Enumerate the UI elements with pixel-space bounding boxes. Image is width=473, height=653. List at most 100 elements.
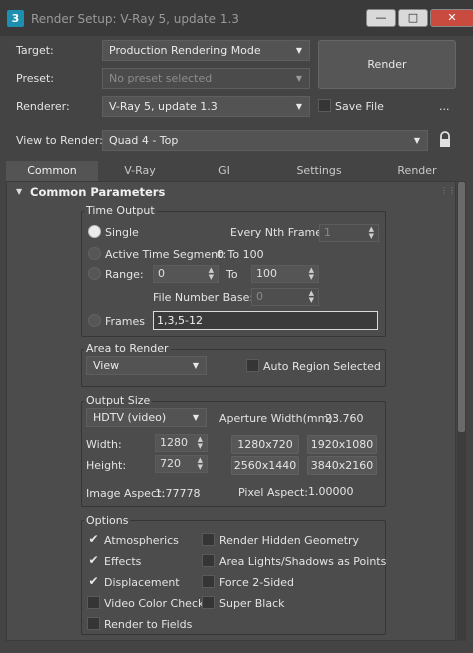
area-lights-label: Area Lights/Shadows as Points [219,555,387,568]
width-label: Width: [86,438,122,451]
width-value: 1280 [160,436,188,449]
save-file-checkbox[interactable] [318,99,331,112]
aperture-width-label: Aperture Width(mm): [219,412,337,425]
range-to-label: To [226,268,238,281]
collapse-icon[interactable]: ▼ [16,187,22,196]
render-button[interactable]: Render [318,40,456,89]
super-black-label: Super Black [219,597,285,610]
spinner-arrows-icon[interactable]: ▲ ▼ [309,290,314,304]
spinner-arrows-icon[interactable]: ▲ ▼ [369,226,374,240]
render-to-fields-label: Render to Fields [104,618,193,631]
minimize-button[interactable]: — [366,9,396,27]
chevron-down-icon: ▼ [295,46,302,55]
auto-region-checkbox[interactable] [246,359,259,372]
file-number-base-label: File Number Base: [153,291,254,304]
time-output-title: Time Output [84,204,157,217]
close-button[interactable]: ✕ [430,9,473,27]
app-icon: 3 [7,10,24,27]
maximize-button[interactable]: □ [398,9,428,27]
preset-1280x720-button[interactable]: 1280x720 [231,435,299,454]
chevron-down-icon: ▼ [295,102,302,111]
frames-label: Frames [105,315,146,328]
area-mode-value: View [93,359,120,372]
rollout-title[interactable]: Common Parameters [30,185,165,199]
active-segment-label: Active Time Segment: [105,248,227,261]
effects-checkbox[interactable]: ✔ [87,554,100,567]
range-from-spinner[interactable]: 0 ▲ ▼ [153,265,219,283]
area-to-render-title: Area to Render [84,342,171,355]
renderer-label: Renderer: [16,100,70,113]
chevron-down-icon: ▼ [413,136,420,145]
window-title: Render Setup: V-Ray 5, update 1.3 [31,12,239,26]
height-spinner[interactable]: 720 ▲ ▼ [155,455,208,473]
scrollbar-thumb[interactable] [458,182,465,432]
video-color-check-checkbox[interactable] [87,596,100,609]
output-preset-dropdown[interactable]: HDTV (video) ▼ [86,408,207,427]
atmospherics-checkbox[interactable]: ✔ [87,533,100,546]
range-to-spinner[interactable]: 100 ▲ ▼ [251,265,319,283]
file-number-base-value: 0 [256,290,263,303]
preset-dropdown[interactable]: No preset selected ▼ [102,68,310,89]
preset-2560x1440-button[interactable]: 2560x1440 [231,456,299,475]
range-radio[interactable] [88,267,101,280]
effects-label: Effects [104,555,142,568]
preset-value: No preset selected [109,72,213,85]
single-label: Single [105,226,139,239]
super-black-checkbox[interactable] [202,596,215,609]
view-to-render-dropdown[interactable]: Quad 4 - Top ▼ [102,130,428,151]
tab-bar: Common V-Ray GI Settings Render Elements [6,161,462,197]
area-lights-checkbox[interactable] [202,554,215,567]
tab-gi[interactable]: GI [182,161,266,181]
renderer-dropdown[interactable]: V-Ray 5, update 1.3 ▼ [102,96,310,117]
active-segment-radio[interactable] [88,247,101,260]
image-aspect-value: 1.77778 [155,487,201,500]
frames-input[interactable]: 1,3,5-12 [153,311,378,330]
nth-frame-value: 1 [324,226,331,239]
chevron-down-icon: ▼ [295,74,302,83]
renderer-value: V-Ray 5, update 1.3 [109,100,218,113]
save-file-label: Save File [335,100,384,113]
target-dropdown[interactable]: Production Rendering Mode ▼ [102,40,310,61]
pixel-aspect-label: Pixel Aspect: [238,486,309,499]
displacement-label: Displacement [104,576,180,589]
render-to-fields-checkbox[interactable] [87,617,100,630]
output-preset-value: HDTV (video) [93,411,167,424]
nth-frame-spinner[interactable]: 1 ▲ ▼ [319,224,379,242]
tab-common[interactable]: Common [6,161,98,181]
force-2-sided-label: Force 2-Sided [219,576,294,589]
nth-frame-label: Every Nth Frame: [230,226,326,239]
spinner-arrows-icon[interactable]: ▲ ▼ [309,267,314,281]
area-mode-dropdown[interactable]: View ▼ [86,356,207,375]
tab-vray[interactable]: V-Ray [98,161,182,181]
render-hidden-geometry-checkbox[interactable] [202,533,215,546]
spinner-arrows-icon[interactable]: ▲ ▼ [198,457,203,471]
file-number-base-spinner[interactable]: 0 ▲ ▼ [251,288,319,306]
displacement-checkbox[interactable]: ✔ [87,575,100,588]
target-value: Production Rendering Mode [109,44,261,57]
more-options-button[interactable]: ... [439,100,450,113]
tab-render-elements[interactable]: Render Elements [372,161,462,197]
spinner-arrows-icon[interactable]: ▲ ▼ [209,267,214,281]
force-2-sided-checkbox[interactable] [202,575,215,588]
height-value: 720 [160,457,181,470]
preset-1920x1080-button[interactable]: 1920x1080 [307,435,377,454]
target-label: Target: [16,44,54,57]
image-aspect-label: Image Aspect: [86,487,166,500]
lock-icon[interactable] [438,131,452,149]
single-radio[interactable] [88,225,101,238]
width-spinner[interactable]: 1280 ▲ ▼ [155,434,208,452]
render-hidden-geometry-label: Render Hidden Geometry [219,534,360,547]
grip-icon: ⋮⋮ [440,186,456,195]
view-value: Quad 4 - Top [109,134,179,147]
view-to-render-label: View to Render: [16,134,103,147]
chevron-down-icon: ▼ [192,361,199,370]
height-label: Height: [86,459,127,472]
tab-settings[interactable]: Settings [266,161,372,181]
frames-radio[interactable] [88,314,101,327]
preset-3840x2160-button[interactable]: 3840x2160 [307,456,377,475]
options-title: Options [84,514,131,527]
output-size-title: Output Size [84,394,153,407]
spinner-arrows-icon[interactable]: ▲ ▼ [198,436,203,450]
aperture-width-value: 23.760 [325,412,364,425]
chevron-down-icon: ▼ [192,413,199,422]
